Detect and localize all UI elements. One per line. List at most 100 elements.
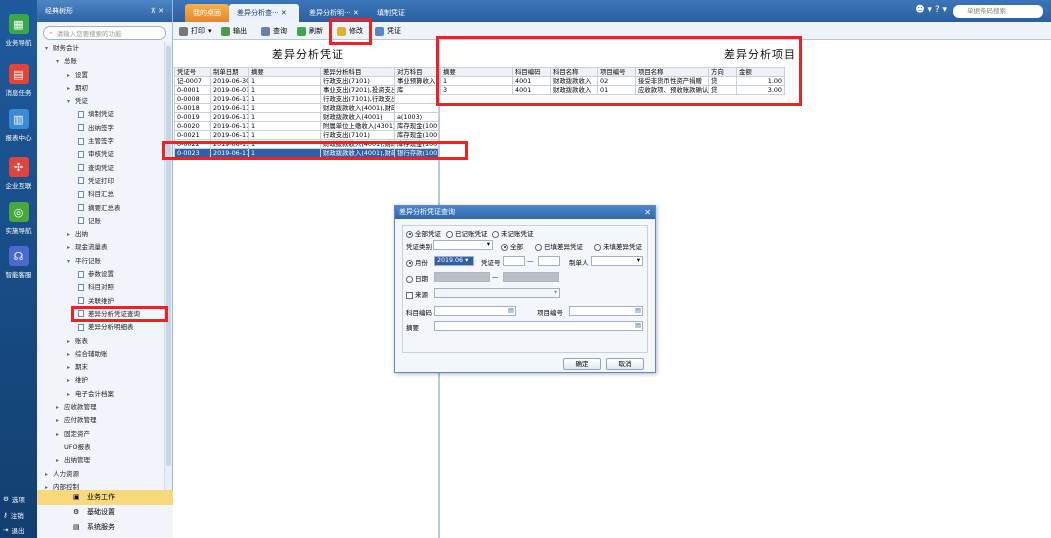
rail-enterprise[interactable]: ✣ 企业互联 [0,157,37,190]
lookup-icon[interactable]: ▤ [508,307,514,315]
column-header[interactable]: 摘要 [440,67,513,77]
radio-filled[interactable]: 已填差异凭证 [535,241,583,251]
nav-tree-item[interactable]: ▸ 设置 [37,69,165,82]
nav-tree-item[interactable]: 记账 [37,215,165,228]
nav-tree-item[interactable]: 差异分析明细表 [37,321,165,334]
nav-tree-item[interactable]: ▸ 出纳管理 [37,454,165,467]
nav-tree-item[interactable]: 主管签字 [37,135,165,148]
date-to[interactable] [503,272,559,282]
date-from[interactable] [434,272,490,282]
user-icon[interactable]: ☻ ▾ ? ▾ [915,5,947,15]
nav-tree-item[interactable]: ▸ 应付款管理 [37,414,165,427]
month-select[interactable]: 2019.06 ▾ [434,256,474,266]
nav-tree-item[interactable]: ▸ 期初 [37,82,165,95]
modify-button[interactable]: 修改 [337,24,363,38]
nav-tree-item[interactable]: ▸ 维护 [37,374,165,387]
radio-date[interactable]: 日期 [406,273,428,283]
nav-scrollbar[interactable] [164,42,172,490]
nav-tree-item[interactable]: 查询凭证 [37,162,165,175]
column-header[interactable]: 科目编码 [512,67,551,77]
nav-tree-item[interactable]: 关联维护 [37,295,165,308]
table-row[interactable]: 记-0007 2019-06-30 1 行政支出(7101) 事业预算收入 [174,76,439,86]
nav-tree-item[interactable]: ▸ 出纳 [37,228,165,241]
radio-month[interactable]: 月份 [406,257,428,267]
footer-system-service[interactable]: ▤ 系统服务 [37,520,173,535]
rail-business-nav[interactable]: ▦ 业务导航 [0,14,37,47]
nav-tree-item[interactable]: ▸ 固定资产 [37,428,165,441]
nav-tree-item[interactable]: 差异分析凭证查询 [37,308,165,321]
export-button[interactable]: 输出 [221,24,247,38]
source-checkbox[interactable]: 来源 [406,289,428,299]
table-row[interactable]: 0-0019 2019-06-17 1 财政拨款收入(4001) a(1003) [174,112,439,122]
tab-fill-voucher[interactable]: 填制凭证 [369,4,419,22]
table-row[interactable]: 3 4001 财政拨款收入 01 应收款项、预收账款确认贷 3.00 [440,85,785,95]
column-header[interactable]: 对方科目 [394,67,439,77]
column-header[interactable]: 科目名称 [550,67,598,77]
table-row[interactable]: 0-0022 2019-06-17 1 财政拨款收入(4001),财政 库存现金(100… [174,139,439,149]
column-header[interactable]: 方向 [708,67,737,77]
pin-icon[interactable]: ⊼ ✕ [151,7,164,15]
project-no-input[interactable]: ▤ [569,306,643,316]
footer-basic-settings[interactable]: ⚙ 基础设置 [37,505,173,520]
ok-button[interactable]: 确定 [563,358,601,370]
nav-tree-item[interactable]: 审核凭证 [37,148,165,161]
table-row[interactable]: 0-0008 2019-06-17 1 行政支出(7101),行政支出 [174,94,439,104]
rail-exit[interactable]: ⇥ 退出 [3,525,24,535]
nav-tree-item[interactable]: UFO报表 [37,441,165,454]
radio-filter-all[interactable]: 全部 [501,241,523,251]
column-header[interactable]: 项目编号 [597,67,636,77]
table-row[interactable]: 0-00212019-06-171行政支出(7101)库存现金(1001) [174,130,439,140]
nav-tree-item[interactable]: ▸ 应收款管理 [37,401,165,414]
nav-tree-item[interactable]: 出纳签字 [37,122,165,135]
nav-tree-item[interactable]: ▸ 账表 [37,335,165,348]
footer-business-work[interactable]: ▣ 业务工作 [37,490,173,505]
rail-messages[interactable]: ▤ 消息任务 [0,64,37,97]
rail-smart-service[interactable]: ☊ 智能客服 [0,246,37,279]
nav-tree-item[interactable]: ▾ 凭证 [37,95,165,108]
rail-options[interactable]: ⚙ 选项 [3,494,25,504]
close-icon[interactable]: ✕ [281,9,287,17]
close-icon[interactable]: ✕ [353,9,359,17]
radio-unfilled[interactable]: 未填差异凭证 [594,241,642,251]
query-button[interactable]: 查询 [261,24,287,38]
column-header[interactable]: 项目名称 [635,67,709,77]
close-icon[interactable]: ✕ [644,206,651,219]
radio-posted[interactable]: 已记账凭证 [446,228,488,238]
print-button[interactable]: 打印 ▾ [179,24,212,38]
source-select[interactable]: ▾ [434,288,560,298]
maker-select[interactable]: ▾ [591,256,643,266]
refresh-button[interactable]: 刷新 [297,24,323,38]
column-header[interactable]: 金额 [736,67,785,77]
table-row[interactable]: 0-0023 2019-06-17 1 财政拨款收入(4001),财政 银行存款(100… [174,148,439,158]
nav-tree-item[interactable]: 填制凭证 [37,108,165,121]
tab-diff-query[interactable]: 差异分析查··· ✕ [229,4,299,22]
nav-tree-item[interactable]: ▾ 财务会计 [37,42,165,55]
nav-tree-item[interactable]: ▸ 现金流量表 [37,241,165,254]
table-row[interactable]: 0-0001 2019-06-01 1 事业支出(7201),投资支出库 [174,85,439,95]
column-header[interactable]: 制单日期 [210,67,249,77]
column-header[interactable]: 凭证号 [174,67,211,77]
nav-tree-item[interactable]: 科目对照 [37,281,165,294]
summary-input[interactable]: ▤ [434,321,643,331]
column-header[interactable]: 摘要 [248,67,321,77]
nav-tree-item[interactable]: 摘要汇总表 [37,202,165,215]
cancel-button[interactable]: 取消 [606,358,644,370]
nav-tree-item[interactable]: ▸ 人力资源 [37,468,165,481]
account-code-input[interactable]: ▤ [434,306,516,316]
lookup-icon[interactable]: ▤ [635,307,641,315]
tab-diff-detail[interactable]: 差异分析明··· ✕ [301,4,369,22]
voucher-no-from[interactable] [503,256,525,266]
nav-search-input[interactable]: ⌕ 请输入您要搜索的功能 [43,26,166,40]
table-row[interactable]: 0-00202019-06-171附属单位上缴收入(4301)库存现金(1001… [174,121,439,131]
rail-report-center[interactable]: ▥ 报表中心 [0,109,37,142]
nav-tree-item[interactable]: 凭证打印 [37,175,165,188]
voucher-no-to[interactable] [538,256,560,266]
voucher-button[interactable]: 凭证 [375,24,401,38]
top-search-input[interactable]: 单据条码搜索 [953,5,1043,18]
column-header[interactable]: 差异分析科目 [320,67,395,77]
radio-all-vouchers[interactable]: 全部凭证 [406,228,441,238]
tab-desktop[interactable]: 我的桌面 [185,4,229,22]
voucher-type-select[interactable]: ▾ [433,240,493,250]
nav-tree-item[interactable]: 参数设置 [37,268,165,281]
nav-tree-item[interactable]: 科目汇总 [37,188,165,201]
